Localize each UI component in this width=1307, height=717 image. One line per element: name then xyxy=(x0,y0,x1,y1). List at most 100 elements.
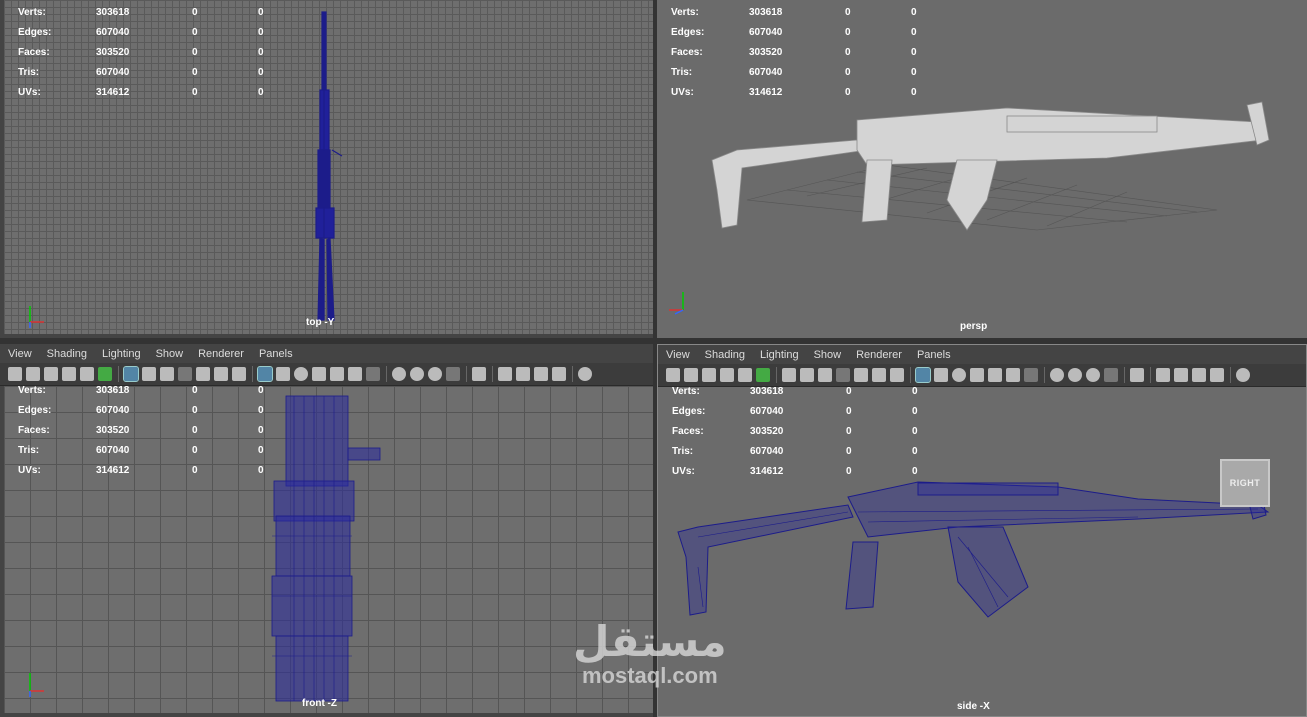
film-gate-icon[interactable] xyxy=(800,368,814,382)
persp-view-canvas[interactable]: Verts: 303618 0 0 Edges: 607040 0 0 Faces: 3035… xyxy=(657,0,1307,338)
menu-show[interactable]: Show xyxy=(814,349,842,361)
hud-label: Tris: xyxy=(672,445,694,457)
film-gate-icon[interactable] xyxy=(142,367,156,381)
gate-mask-icon[interactable] xyxy=(836,368,850,382)
hud-value: 0 xyxy=(192,464,198,476)
field-chart-icon[interactable] xyxy=(196,367,210,381)
hud-value: 0 xyxy=(845,46,851,58)
lights-icon[interactable] xyxy=(348,367,362,381)
backface-culling-icon[interactable] xyxy=(1210,368,1224,382)
menu-renderer[interactable]: Renderer xyxy=(856,349,902,361)
menu-shading[interactable]: Shading xyxy=(705,349,745,361)
hud-value: 607040 xyxy=(749,66,783,78)
select-camera-icon[interactable] xyxy=(8,367,22,381)
menu-panels[interactable]: Panels xyxy=(917,349,951,361)
xray-icon[interactable] xyxy=(1156,368,1170,382)
menu-view[interactable]: View xyxy=(8,348,32,360)
pencil-icon[interactable] xyxy=(98,367,112,381)
hud-value: 0 xyxy=(258,26,264,38)
hud-value: 607040 xyxy=(96,404,130,416)
front-view-canvas[interactable]: Verts: 303618 0 0 Edges: 607040 0 0 Faces: 3035… xyxy=(4,385,653,713)
hud-label: Faces: xyxy=(671,46,703,58)
grease-pencil-icon[interactable] xyxy=(80,367,94,381)
panel-divider-horizontal[interactable] xyxy=(0,338,1307,344)
depth-of-field-icon[interactable] xyxy=(1104,368,1118,382)
camera-attributes-icon[interactable] xyxy=(26,367,40,381)
camera-label: side -X xyxy=(957,701,990,712)
hud-value: 0 xyxy=(912,405,918,417)
watermark-latin: mostaql.com xyxy=(581,663,718,688)
menu-view[interactable]: View xyxy=(666,349,690,361)
smooth-shade-icon[interactable] xyxy=(934,368,948,382)
wireframe-on-shaded-icon[interactable] xyxy=(312,367,326,381)
anti-aliasing-icon[interactable] xyxy=(428,367,442,381)
pencil-icon[interactable] xyxy=(756,368,770,382)
select-camera-icon[interactable] xyxy=(666,368,680,382)
grid-toggle-icon[interactable] xyxy=(123,366,139,382)
isolate-select-icon[interactable] xyxy=(472,367,486,381)
xray-active-icon[interactable] xyxy=(1174,368,1188,382)
grid-toggle-icon[interactable] xyxy=(782,368,796,382)
menu-show[interactable]: Show xyxy=(156,348,184,360)
camera-attributes-icon[interactable] xyxy=(684,368,698,382)
motion-blur-icon[interactable] xyxy=(410,367,424,381)
bookmark-icon[interactable] xyxy=(702,368,716,382)
hud-label: Edges: xyxy=(672,405,706,417)
safe-action-icon[interactable] xyxy=(214,367,228,381)
panel-divider-vertical[interactable] xyxy=(653,0,657,717)
menu-renderer[interactable]: Renderer xyxy=(198,348,244,360)
side-view-canvas[interactable]: RIGHT Verts: 303618 0 0 Edges: 607040 0 0 Face… xyxy=(658,386,1306,716)
image-plane-icon[interactable] xyxy=(62,367,76,381)
top-view-canvas[interactable]: Verts: 303618 0 0 Edges: 607040 0 0 Faces: 3035… xyxy=(4,0,653,334)
wireframe-icon[interactable] xyxy=(915,367,931,383)
motion-blur-icon[interactable] xyxy=(1068,368,1082,382)
textured-icon[interactable] xyxy=(988,368,1002,382)
hud-value: 0 xyxy=(845,6,851,18)
smooth-shade-icon[interactable] xyxy=(276,367,290,381)
menu-lighting[interactable]: Lighting xyxy=(760,349,799,361)
resolution-gate-icon[interactable] xyxy=(160,367,174,381)
viewport-front[interactable]: View Shading Lighting Show Renderer Pane… xyxy=(0,344,653,717)
xray-icon[interactable] xyxy=(498,367,512,381)
refresh-icon[interactable] xyxy=(1236,368,1250,382)
safe-title-icon[interactable] xyxy=(232,367,246,381)
ambient-occlusion-icon[interactable] xyxy=(392,367,406,381)
xray-active-icon[interactable] xyxy=(516,367,530,381)
xray-joints-icon[interactable] xyxy=(1192,368,1206,382)
hud-value: 0 xyxy=(192,444,198,456)
viewport-top[interactable]: Verts: 303618 0 0 Edges: 607040 0 0 Faces: 3035… xyxy=(0,0,653,338)
hud-value: 607040 xyxy=(749,26,783,38)
lights-icon[interactable] xyxy=(1006,368,1020,382)
default-material-icon[interactable] xyxy=(952,368,966,382)
safe-action-icon[interactable] xyxy=(872,368,886,382)
viewport-side[interactable]: View Shading Lighting Show Renderer Pane… xyxy=(657,344,1307,717)
wireframe-on-shaded-icon[interactable] xyxy=(970,368,984,382)
resolution-gate-icon[interactable] xyxy=(818,368,832,382)
backface-culling-icon[interactable] xyxy=(552,367,566,381)
menu-panels[interactable]: Panels xyxy=(259,348,293,360)
anti-aliasing-icon[interactable] xyxy=(1086,368,1100,382)
wireframe-icon[interactable] xyxy=(257,366,273,382)
xray-joints-icon[interactable] xyxy=(534,367,548,381)
grease-pencil-icon[interactable] xyxy=(738,368,752,382)
ambient-occlusion-icon[interactable] xyxy=(1050,368,1064,382)
default-material-icon[interactable] xyxy=(294,367,308,381)
image-plane-icon[interactable] xyxy=(720,368,734,382)
isolate-select-icon[interactable] xyxy=(1130,368,1144,382)
safe-title-icon[interactable] xyxy=(890,368,904,382)
depth-of-field-icon[interactable] xyxy=(446,367,460,381)
viewcube[interactable]: RIGHT xyxy=(1220,459,1270,507)
gate-mask-icon[interactable] xyxy=(178,367,192,381)
bookmark-icon[interactable] xyxy=(44,367,58,381)
hud-value: 607040 xyxy=(96,26,130,38)
shadows-icon[interactable] xyxy=(366,367,380,381)
menu-lighting[interactable]: Lighting xyxy=(102,348,141,360)
menu-shading[interactable]: Shading xyxy=(47,348,87,360)
poly-count-hud: Verts: 303618 0 0 Edges: 607040 0 0 Faces: 3035… xyxy=(672,381,952,481)
shadows-icon[interactable] xyxy=(1024,368,1038,382)
textured-icon[interactable] xyxy=(330,367,344,381)
camera-label: top -Y xyxy=(306,317,335,328)
viewport-persp[interactable]: Verts: 303618 0 0 Edges: 607040 0 0 Faces: 3035… xyxy=(657,0,1307,338)
field-chart-icon[interactable] xyxy=(854,368,868,382)
refresh-icon[interactable] xyxy=(578,367,592,381)
